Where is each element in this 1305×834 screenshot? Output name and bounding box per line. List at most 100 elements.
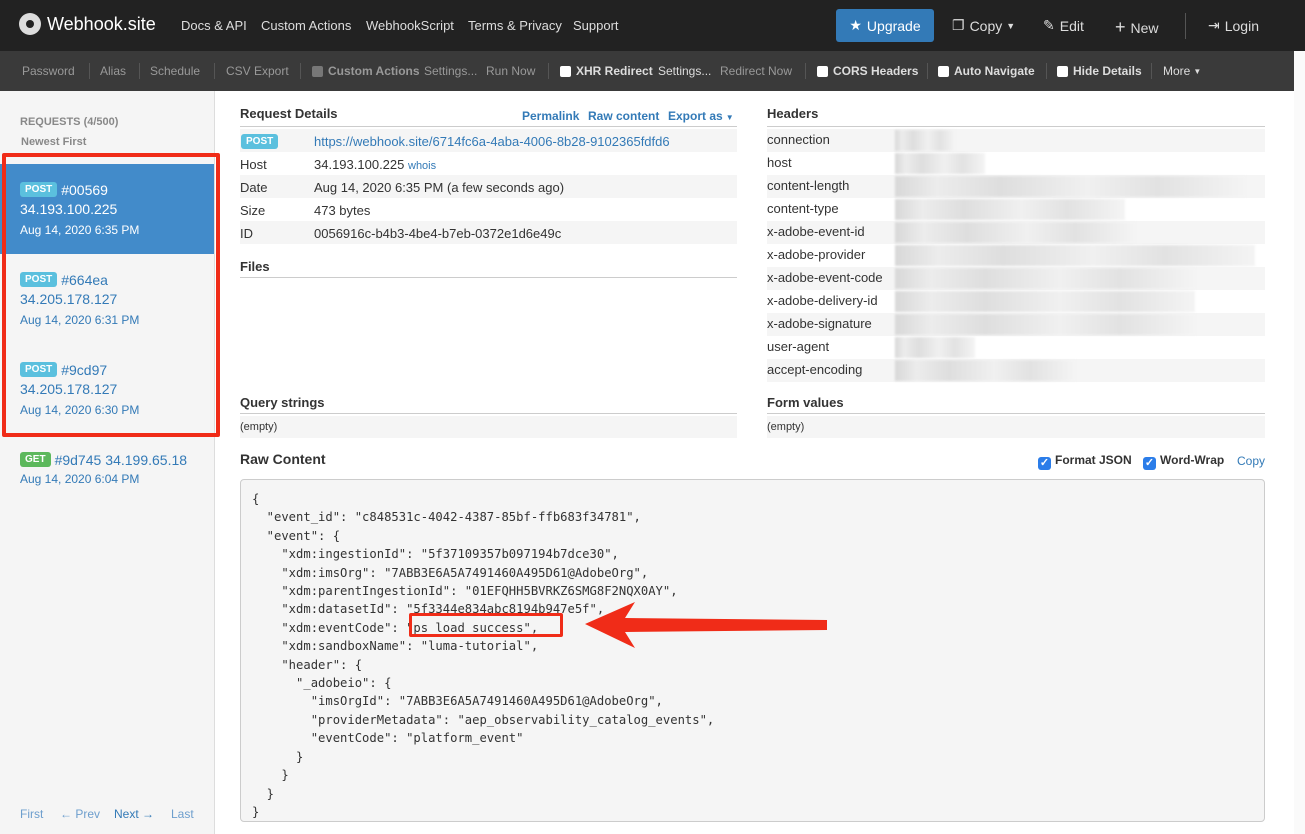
edit-icon: ✎ <box>1043 17 1055 33</box>
request-date: Aug 14, 2020 6:04 PM <box>20 471 140 486</box>
header-key: connection <box>767 132 830 147</box>
nav-custom-actions-link[interactable]: Custom Actions <box>261 18 351 33</box>
checkbox-icon <box>1057 65 1068 77</box>
divider <box>240 413 737 414</box>
copy-label: Copy <box>969 17 1003 34</box>
table-row <box>767 129 1265 152</box>
scrollbar[interactable] <box>1294 51 1305 834</box>
toolbar-divider <box>805 63 806 79</box>
redacted-header-value <box>895 199 1125 220</box>
export-as-dropdown[interactable]: Export as ▼ <box>668 109 734 123</box>
method-badge: GET <box>20 452 51 468</box>
star-icon: ★ <box>849 17 862 33</box>
header-key: x-adobe-event-id <box>767 224 865 239</box>
copy-icon: ❐ <box>952 17 965 33</box>
permalink-link[interactable]: Permalink <box>522 109 579 123</box>
xhr-redirect-label: XHR Redirect <box>576 64 653 78</box>
xhr-redirect-toggle[interactable]: XHR Redirect <box>560 64 653 78</box>
edit-label: Edit <box>1059 17 1084 34</box>
pager-first[interactable]: First <box>20 807 43 821</box>
login-button[interactable]: ⇥ Login <box>1208 17 1259 34</box>
caret-down-icon: ▼ <box>1006 20 1016 31</box>
redacted-header-value <box>895 291 1195 312</box>
webhook-logo-icon <box>19 13 41 35</box>
auto-navigate-toggle[interactable]: Auto Navigate <box>938 64 1035 78</box>
password-link[interactable]: Password <box>22 64 75 78</box>
toolbar-divider <box>1151 63 1152 79</box>
request-ip: 34.199.65.18 <box>105 451 188 468</box>
files-title: Files <box>240 259 270 274</box>
header-key: content-type <box>767 201 839 216</box>
checkbox-icon <box>938 65 949 77</box>
header-key: x-adobe-provider <box>767 247 866 262</box>
toolbar-divider <box>1046 63 1047 79</box>
edit-button[interactable]: ✎ Edit <box>1043 17 1084 34</box>
redacted-header-value <box>895 268 1195 289</box>
raw-content-json: { "event_id": "c848531c-4042-4387-85bf-f… <box>252 492 715 819</box>
raw-content-link[interactable]: Raw content <box>588 109 659 123</box>
nav-divider <box>1185 13 1186 39</box>
query-strings-title: Query strings <box>240 395 325 410</box>
raw-content-box[interactable]: { "event_id": "c848531c-4042-4387-85bf-f… <box>240 479 1265 822</box>
schedule-link[interactable]: Schedule <box>150 64 200 78</box>
brand-name: Webhook.site <box>47 13 156 34</box>
xhr-settings-link[interactable]: Settings... <box>658 64 711 78</box>
request-url-link[interactable]: https://webhook.site/6714fc6a-4aba-4006-… <box>314 134 670 149</box>
nav-webhookscript-link[interactable]: WebhookScript <box>366 18 454 33</box>
redacted-header-value <box>895 222 1135 243</box>
copy-button[interactable]: ❐ Copy ▼ <box>952 17 1015 34</box>
method-badge: POST <box>241 134 279 149</box>
request-item[interactable]: GET #9d745 34.199.65.18 Aug 14, 2020 6:04 … <box>0 434 214 496</box>
id-value: 0056916c-b4b3-4be4-b7eb-0372e1d6e49c <box>314 226 562 241</box>
request-details-title: Request Details <box>240 106 338 121</box>
nav-support-link[interactable]: Support <box>573 18 619 33</box>
divider <box>240 277 737 278</box>
login-label: Login <box>1224 17 1259 34</box>
annotation-highlight-box <box>409 613 563 637</box>
whois-link[interactable]: whois <box>408 160 436 172</box>
nav-terms-link[interactable]: Terms & Privacy <box>468 18 562 33</box>
check-icon: ✓ <box>1143 457 1156 470</box>
request-id: #9d745 <box>54 451 102 468</box>
new-button[interactable]: + New <box>1115 17 1159 38</box>
redacted-header-value <box>895 245 1255 266</box>
pager-next[interactable]: Next → <box>114 807 154 821</box>
brand[interactable]: Webhook.site <box>19 13 156 35</box>
nav-docs-link[interactable]: Docs & API <box>181 18 247 33</box>
more-dropdown[interactable]: More ▼ <box>1163 64 1201 78</box>
redacted-header-value <box>895 314 1195 335</box>
run-now-link[interactable]: Run Now <box>486 64 535 78</box>
form-values-title: Form values <box>767 395 844 410</box>
size-label: Size <box>240 203 266 218</box>
pager-prev[interactable]: ← Prev <box>60 807 100 821</box>
pager-last[interactable]: Last <box>171 807 194 821</box>
format-json-checkbox[interactable]: ✓ Format JSON <box>1038 453 1132 470</box>
checkbox-icon <box>817 65 828 77</box>
check-icon: ✓ <box>1038 457 1051 470</box>
header-key: user-agent <box>767 339 830 354</box>
sort-order-link[interactable]: Newest First <box>21 136 86 148</box>
caret-down-icon: ▼ <box>725 113 734 122</box>
csv-export-link[interactable]: CSV Export <box>226 64 289 78</box>
cors-headers-toggle[interactable]: CORS Headers <box>817 64 918 78</box>
headers-title: Headers <box>767 106 819 121</box>
divider <box>240 126 737 127</box>
checkbox-icon <box>312 65 323 77</box>
toolbar-divider <box>214 63 215 79</box>
header-key: x-adobe-signature <box>767 316 872 331</box>
annotation-highlight-box <box>2 153 220 437</box>
redirect-now-link[interactable]: Redirect Now <box>720 64 792 78</box>
word-wrap-checkbox[interactable]: ✓ Word-Wrap <box>1143 453 1224 470</box>
top-navbar: Webhook.site Docs & API Custom Actions W… <box>0 0 1305 51</box>
redacted-header-value <box>895 360 1075 381</box>
redacted-header-value <box>895 337 975 358</box>
hide-details-toggle[interactable]: Hide Details <box>1057 64 1142 78</box>
custom-actions-settings-link[interactable]: Settings... <box>424 64 477 78</box>
copy-raw-link[interactable]: Copy <box>1237 454 1265 468</box>
alias-link[interactable]: Alias <box>100 64 126 78</box>
auto-navigate-label: Auto Navigate <box>954 64 1035 78</box>
custom-actions-toggle[interactable]: Custom Actions <box>312 64 420 78</box>
upgrade-button[interactable]: ★ Upgrade <box>836 9 934 42</box>
custom-actions-label: Custom Actions <box>328 64 420 78</box>
plus-icon: + <box>1115 17 1126 37</box>
